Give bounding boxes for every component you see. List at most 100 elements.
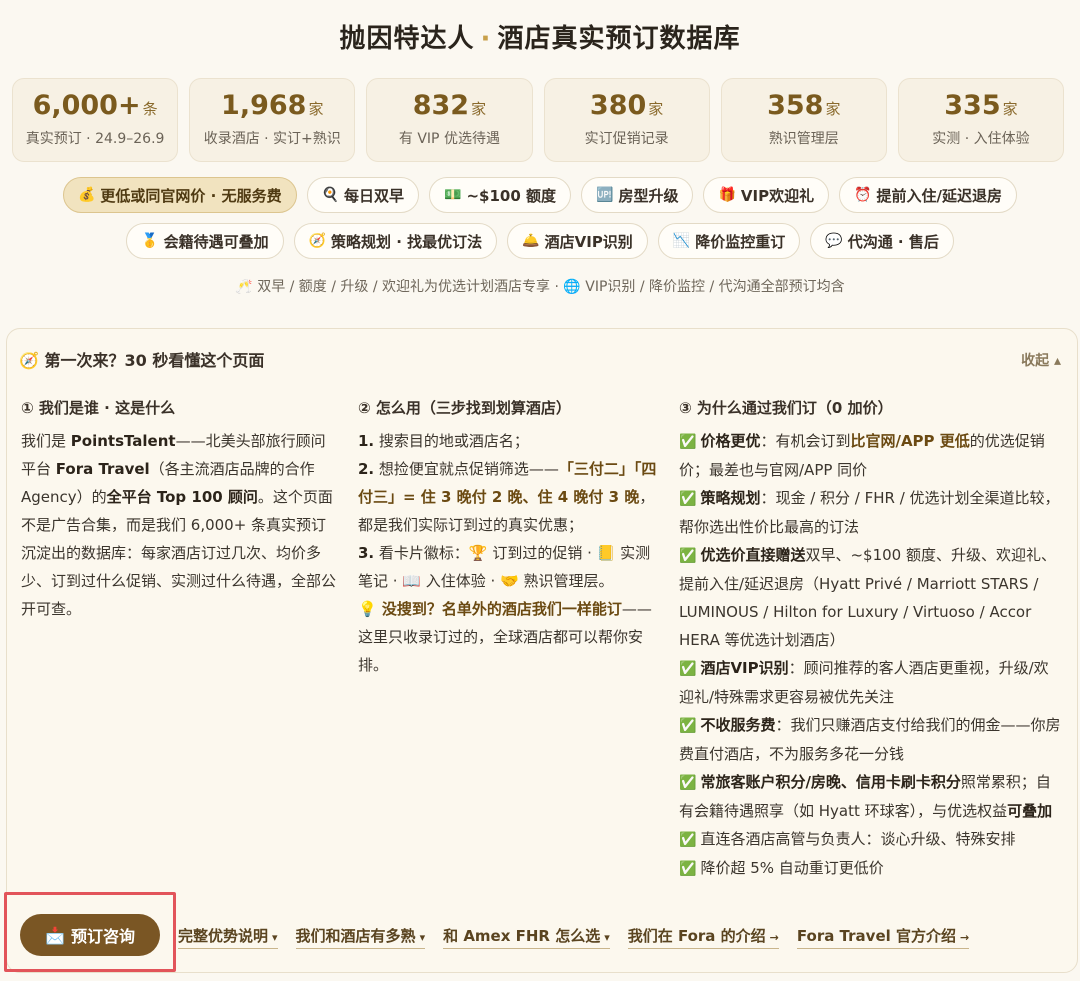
breakfast-icon: 🍳 (321, 187, 340, 203)
benefits-note: 🥂 双早 / 额度 / 升级 / 欢迎礼为优选计划酒店专享 · 🌐 VIP识别 … (235, 279, 845, 295)
chip-label: 房型升级 (618, 186, 679, 205)
stat-label: 收录酒店 · 实订+熟识 (203, 131, 341, 147)
benefit-item: ✅ 策略规划：现金 / 积分 / FHR / 优选计划全渠道比较，帮你选出性价比最… (679, 489, 1060, 536)
stat-unit: 家 (825, 100, 841, 118)
compass-icon: 🧭 (308, 233, 327, 249)
stat-card-promos: 380 家 实订促销记录 (543, 78, 710, 162)
link-fora-official[interactable]: Fora Travel 官方介绍 → (796, 925, 970, 949)
check-icon: ✅ (679, 775, 697, 791)
chip-communication[interactable]: 💬 代沟通 · 售后 (810, 223, 954, 259)
stat-label: 熟识管理层 (768, 131, 839, 147)
chip-stackable[interactable]: 🥇 会籍待遇可叠加 (126, 223, 284, 259)
why-us-column: ③ 为什么通过我们订（0 加价） ✅ 价格更优：有机会订到比官网/APP 更低的优… (679, 397, 1063, 883)
chip-lower-price[interactable]: 💰 更低或同官网价 · 无服务费 (62, 177, 297, 213)
benefit-item: ✅ 常旅客账户积分/房晚、信用卡刷卡积分照常累积；自有会籍待遇照享（如 Hyatt… (679, 773, 1053, 820)
stat-value: 832 (412, 90, 470, 121)
title-dot: · (480, 24, 492, 54)
intro-panel: 🧭 第一次来？30 秒看懂这个页面 收起 ▴ ① 我们是谁 · 这是什么 我们是… (6, 328, 1078, 973)
benefit-item: ✅ 价格更优：有机会订到比官网/APP 更低的优选促销价；最差也与官网/APP 同… (679, 432, 1045, 479)
check-icon: ✅ (679, 718, 697, 734)
stat-unit: 家 (471, 100, 487, 118)
stats-row: 6,000+ 条 真实预订 · 24.9–26.9 1,968 家 收录酒店 · 实… (12, 78, 1065, 162)
chip-label: 策略规划 · 找最优订法 (331, 232, 483, 251)
stat-label: 有 VIP 优选待遇 (398, 131, 500, 147)
chip-label: 会籍待遇可叠加 (163, 232, 269, 251)
title-right: 酒店真实预订数据库 (497, 24, 741, 54)
check-icon: ✅ (679, 861, 697, 877)
stat-card-stays: 335 家 实测 · 入住体验 (897, 78, 1065, 162)
speech-bubble-icon: 💬 (825, 233, 843, 249)
stat-value: 1,968 (221, 90, 307, 121)
chip-price-drop[interactable]: 📉 降价监控重订 (657, 223, 801, 259)
stat-card-hotels: 1,968 家 收录酒店 · 实订+熟识 (189, 78, 356, 162)
footer-links: 完整优势说明 ▾ 我们和酒店有多熟 ▾ 和 Amex FHR 怎么选 ▾ 我们在 Fo… (178, 925, 970, 949)
filter-chips-row-2: 🥇 会籍待遇可叠加 🧭 策略规划 · 找最优订法 🛎️ 酒店VIP识别 📉 降价监控重订… (0, 223, 1080, 259)
stat-unit: 家 (648, 100, 664, 118)
chip-early-late[interactable]: ⏰ 提前入住/延迟退房 (839, 177, 1018, 213)
filter-chips-row-1: 💰 更低或同官网价 · 无服务费 🍳 每日双早 💵 ~$100 额度 🆙 房型升级 🎁 V… (0, 177, 1080, 213)
medal-icon: 🥇 (141, 233, 159, 249)
benefit-item: ✅ 酒店VIP识别：顾问推荐的客人酒店更重视，升级/欢迎礼/特殊需求更容易被优先关… (679, 659, 1049, 706)
stat-value: 6,000+ (32, 90, 141, 121)
tip: 💡 没搜到？名单外的酒店我们一样能订——这里只收录订过的，全球酒店都可以帮你安排… (358, 600, 652, 674)
link-hotel-relations[interactable]: 我们和酒店有多熟 ▾ (295, 925, 426, 949)
stat-unit: 条 (142, 100, 158, 118)
check-icon: ✅ (679, 434, 697, 450)
cta-label: 预订咨询 (70, 927, 135, 946)
collapse-toggle[interactable]: 收起 ▴ (1021, 350, 1061, 370)
col3-heading: ③ 为什么通过我们订（0 加价） (679, 399, 893, 417)
top-advisor: 全平台 Top 100 顾问 (106, 488, 258, 506)
stat-value: 358 (767, 90, 824, 121)
chip-label: 更低或同官网价 · 无服务费 (100, 186, 282, 205)
chevron-down-icon: ▾ (419, 931, 426, 944)
stat-label: 真实预订 · 24.9–26.9 (25, 131, 165, 147)
chip-label: 每日双早 (344, 186, 405, 205)
arrow-right-icon: → (959, 931, 970, 944)
chip-welcome-gift[interactable]: 🎁 VIP欢迎礼 (703, 177, 830, 213)
benefit-item: ✅ 优选价直接赠送双早、~$100 额度、升级、欢迎礼、提前入住/延迟退房（Hya… (679, 546, 1056, 649)
bellhop-icon: 🛎️ (522, 233, 540, 249)
arrow-right-icon: → (769, 931, 779, 944)
how-to-use-column: ② 怎么用（三步找到划算酒店） 1. 搜索目的地或酒店名； 2. 想捡便宜就点促… (358, 397, 658, 679)
stat-unit: 家 (1002, 100, 1018, 118)
stat-value: 335 (944, 90, 1001, 121)
chip-breakfast[interactable]: 🍳 每日双早 (306, 177, 420, 213)
envelope-icon: 📩 (45, 925, 65, 945)
benefit-item: ✅ 直连各酒店高管与负责人：谈心升级、特殊安排 (679, 830, 1016, 848)
chip-vip-recognition[interactable]: 🛎️ 酒店VIP识别 (507, 223, 648, 259)
panel-title: 🧭 第一次来？30 秒看懂这个页面 (19, 351, 265, 370)
cash-icon: 💵 (444, 187, 462, 203)
chevron-down-icon: ▾ (604, 931, 610, 944)
link-full-benefits[interactable]: 完整优势说明 ▾ (178, 925, 278, 949)
stat-card-bookings: 6,000+ 条 真实预订 · 24.9–26.9 (12, 78, 179, 162)
chip-label: VIP欢迎礼 (740, 186, 815, 205)
col2-heading: ② 怎么用（三步找到划算酒店） (358, 399, 571, 417)
chip-label: 提前入住/延迟退房 (876, 186, 1003, 205)
link-amex-fhr[interactable]: 和 Amex FHR 怎么选 ▾ (443, 925, 610, 949)
gift-icon: 🎁 (718, 187, 736, 203)
brand-name: PointsTalent (70, 432, 176, 450)
benefit-item: ✅ 不收服务费：我们只赚酒店支付给我们的佣金——你房费直付酒店，不为服务多花一分钱 (679, 716, 1061, 763)
chip-credit[interactable]: 💵 ~$100 额度 (429, 177, 572, 213)
stat-card-management: 358 家 熟识管理层 (720, 78, 887, 162)
page-title: 抛因特达人 · 酒店真实预订数据库 (0, 18, 1080, 55)
chevron-down-icon: ▾ (272, 931, 278, 944)
check-icon: ✅ (679, 548, 697, 564)
booking-inquiry-button[interactable]: 📩 预订咨询 (20, 914, 160, 956)
check-icon: ✅ (679, 491, 697, 507)
chip-upgrade[interactable]: 🆙 房型升级 (581, 177, 694, 213)
alarm-clock-icon: ⏰ (854, 187, 872, 203)
chip-strategy[interactable]: 🧭 策略规划 · 找最优订法 (293, 223, 498, 259)
link-fora-profile[interactable]: 我们在 Fora 的介绍 → (627, 925, 779, 949)
stat-card-vip: 832 家 有 VIP 优选待遇 (366, 78, 533, 162)
benefit-item: ✅ 降价超 5% 自动重订更低价 (679, 859, 884, 877)
check-icon: ✅ (679, 661, 697, 677)
chip-label: 代沟通 · 售后 (847, 232, 939, 251)
step-3: 3. 看卡片徽标：🏆 订到过的促销 · 📒 实测笔记 · 📖 入住体验 · 🤝 … (358, 544, 651, 590)
lightbulb-icon: 💡 (358, 600, 377, 618)
chip-label: 降价监控重订 (695, 232, 786, 251)
chip-label: ~$100 额度 (466, 186, 557, 205)
chip-label: 酒店VIP识别 (544, 232, 633, 251)
stat-label: 实订促销记录 (584, 131, 669, 147)
stat-value: 380 (589, 90, 647, 121)
